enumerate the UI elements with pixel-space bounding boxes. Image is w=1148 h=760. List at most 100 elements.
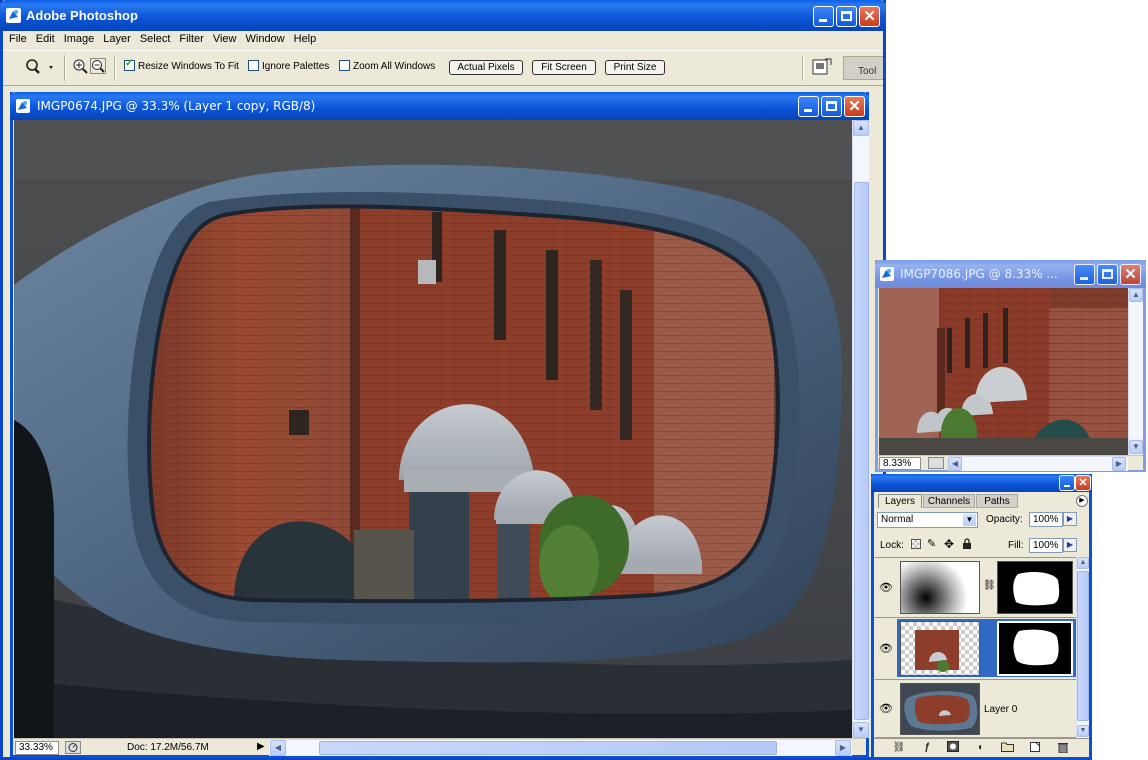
- panel-menu-icon[interactable]: ▶: [1076, 495, 1088, 507]
- second-zoom-level-field[interactable]: 8.33%: [879, 457, 921, 470]
- doc2-maximize-button[interactable]: [1097, 264, 1118, 285]
- layer-mask-thumbnail[interactable]: [997, 561, 1073, 614]
- add-mask-icon[interactable]: [946, 741, 960, 754]
- separator: [114, 55, 116, 81]
- zoom-out-icon[interactable]: [90, 58, 106, 74]
- fill-slider-arrow-icon[interactable]: ▶: [1063, 538, 1077, 552]
- doc-minimize-button[interactable]: [798, 96, 819, 117]
- menu-layer[interactable]: Layer: [103, 33, 131, 45]
- opacity-field[interactable]: 100%: [1029, 512, 1063, 527]
- status-menu-arrow-icon[interactable]: ▶: [257, 741, 265, 752]
- close-button[interactable]: ✕: [859, 6, 880, 27]
- scroll-thumb[interactable]: [319, 741, 777, 755]
- layer-name: Layer 0: [984, 704, 1018, 715]
- status-info-icon[interactable]: [928, 457, 944, 469]
- menu-window[interactable]: Window: [246, 33, 285, 45]
- doc-maximize-button[interactable]: [821, 96, 842, 117]
- scroll-left-arrow-icon[interactable]: ◀: [270, 740, 286, 756]
- zoom-all-windows-label: Zoom All Windows: [353, 61, 436, 72]
- scroll-thumb[interactable]: [1077, 571, 1089, 721]
- mask-link-icon[interactable]: ⛓: [983, 580, 996, 591]
- file-browser-icon[interactable]: [811, 57, 833, 77]
- second-horizontal-scrollbar[interactable]: ◀ ▶: [948, 456, 1128, 471]
- scroll-up-arrow-icon[interactable]: ▲: [1077, 557, 1089, 569]
- layer-mask-thumbnail[interactable]: [997, 621, 1073, 676]
- checkbox-unchecked[interactable]: [248, 60, 259, 71]
- layers-panel-title-bar[interactable]: ✕: [871, 474, 1092, 492]
- document-canvas[interactable]: [14, 120, 852, 738]
- ignore-palettes-checkbox[interactable]: Ignore Palettes: [248, 60, 329, 72]
- tool-presets-tab[interactable]: Tool: [843, 56, 883, 80]
- minimize-button[interactable]: [813, 6, 834, 27]
- zoom-in-icon[interactable]: [72, 58, 88, 74]
- second-document-canvas[interactable]: [879, 288, 1128, 455]
- scroll-left-arrow-icon[interactable]: ◀: [948, 457, 962, 471]
- maximize-button[interactable]: [836, 6, 857, 27]
- ignore-palettes-label: Ignore Palettes: [262, 61, 330, 72]
- menu-edit[interactable]: Edit: [36, 33, 55, 45]
- scroll-down-arrow-icon[interactable]: ▼: [853, 722, 869, 738]
- menu-file[interactable]: File: [9, 33, 27, 45]
- menu-help[interactable]: Help: [294, 33, 317, 45]
- status-info-icon[interactable]: [65, 741, 81, 754]
- menu-view[interactable]: View: [213, 33, 237, 45]
- print-size-button[interactable]: Print Size: [605, 60, 665, 75]
- lock-move-icon[interactable]: ✥: [944, 538, 956, 550]
- tab-paths[interactable]: Paths: [976, 494, 1018, 508]
- new-layer-icon[interactable]: [1028, 741, 1042, 754]
- scroll-down-arrow-icon[interactable]: ▼: [1077, 725, 1089, 737]
- fill-field[interactable]: 100%: [1029, 538, 1063, 553]
- tool-tab-label: Tool: [858, 66, 877, 77]
- vertical-scrollbar[interactable]: ▲ ▼: [852, 120, 869, 738]
- trash-icon[interactable]: [1056, 741, 1070, 754]
- lock-brush-icon[interactable]: ✎: [927, 538, 939, 550]
- checkbox-unchecked[interactable]: [339, 60, 350, 71]
- zoom-all-windows-checkbox[interactable]: Zoom All Windows: [339, 60, 435, 72]
- scroll-down-arrow-icon[interactable]: ▼: [1129, 440, 1143, 454]
- checkbox-checked[interactable]: [124, 58, 135, 71]
- tab-layers[interactable]: Layers: [878, 494, 922, 508]
- layers-scrollbar[interactable]: ▲ ▼: [1076, 557, 1089, 738]
- doc2-minimize-button[interactable]: [1074, 264, 1095, 285]
- layer-row-selected[interactable]: 👁: [875, 618, 1079, 680]
- opacity-slider-arrow-icon[interactable]: ▶: [1063, 512, 1077, 526]
- new-group-icon[interactable]: [1000, 741, 1014, 754]
- menu-image[interactable]: Image: [64, 33, 95, 45]
- horizontal-scrollbar[interactable]: ◀ ▶: [269, 739, 852, 756]
- layer-row[interactable]: 👁 ⛓: [875, 558, 1079, 618]
- doc-close-button[interactable]: ✕: [844, 96, 865, 117]
- second-document-title-bar[interactable]: IMGP7086.JPG @ 8.33% ... ✕: [875, 260, 1146, 288]
- adjustment-layer-icon[interactable]: ◐: [974, 741, 988, 754]
- document-title-bar[interactable]: IMGP0674.JPG @ 33.3% (Layer 1 copy, RGB/…: [10, 92, 869, 120]
- zoom-level-field[interactable]: 33.33%: [15, 741, 59, 755]
- scroll-thumb[interactable]: [854, 182, 869, 720]
- visibility-eye-icon[interactable]: 👁: [879, 642, 893, 655]
- scroll-right-arrow-icon[interactable]: ▶: [1112, 457, 1126, 471]
- panel-minimize-button[interactable]: [1059, 475, 1075, 491]
- menu-select[interactable]: Select: [140, 33, 171, 45]
- menu-filter[interactable]: Filter: [179, 33, 203, 45]
- scroll-up-arrow-icon[interactable]: ▲: [1129, 288, 1143, 302]
- doc2-close-button[interactable]: ✕: [1120, 264, 1141, 285]
- layer-thumbnail: [900, 683, 980, 735]
- chevron-down-icon[interactable]: ▼: [963, 514, 976, 526]
- lock-transparency-icon[interactable]: [911, 539, 921, 549]
- second-vertical-scrollbar[interactable]: ▲ ▼: [1128, 288, 1143, 455]
- scroll-up-arrow-icon[interactable]: ▲: [853, 120, 869, 136]
- scroll-right-arrow-icon[interactable]: ▶: [835, 740, 851, 756]
- panel-close-button[interactable]: ✕: [1075, 475, 1091, 491]
- layer-row[interactable]: 👁 Layer 0: [875, 680, 1079, 738]
- resize-windows-checkbox[interactable]: Resize Windows To Fit: [124, 58, 239, 72]
- visibility-eye-icon[interactable]: 👁: [879, 702, 893, 715]
- visibility-eye-icon[interactable]: 👁: [879, 581, 893, 594]
- lock-all-icon[interactable]: [961, 538, 973, 550]
- layer-style-icon[interactable]: ƒ: [920, 741, 934, 754]
- zoom-tool-icon[interactable]: [24, 58, 54, 76]
- blend-mode-select[interactable]: Normal ▼: [877, 512, 978, 528]
- tab-channels[interactable]: Channels: [923, 494, 975, 508]
- document-title: IMGP0674.JPG @ 33.3% (Layer 1 copy, RGB/…: [37, 99, 316, 113]
- app-title-bar[interactable]: Adobe Photoshop ✕: [0, 0, 886, 31]
- actual-pixels-button[interactable]: Actual Pixels: [449, 60, 523, 75]
- fit-screen-button[interactable]: Fit Screen: [532, 60, 596, 75]
- link-layers-icon[interactable]: ⛓: [892, 741, 906, 754]
